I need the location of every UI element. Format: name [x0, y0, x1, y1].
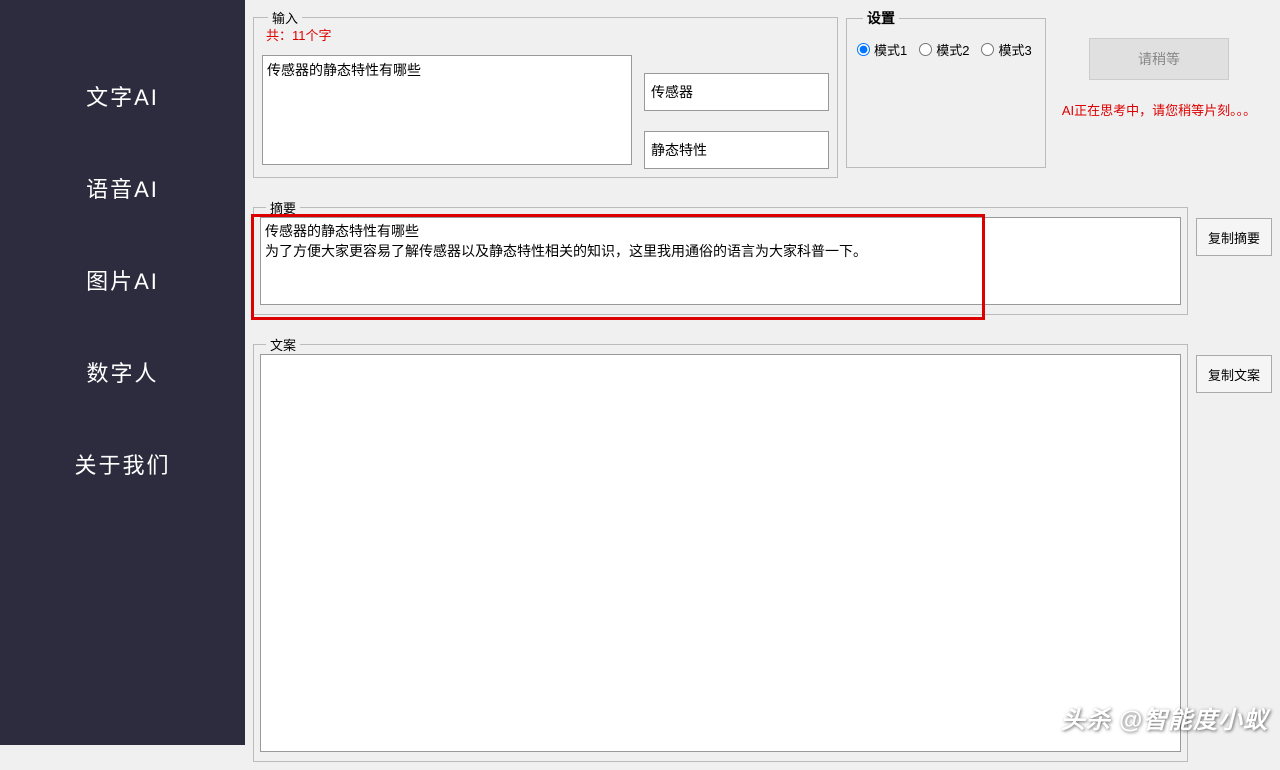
keyword1-input[interactable]: [644, 73, 829, 111]
mode3-label: 模式3: [998, 40, 1031, 59]
main-input-textarea[interactable]: [262, 55, 632, 165]
summary-legend: 摘要: [266, 198, 300, 217]
mode3-radio[interactable]: 模式3: [981, 40, 1031, 59]
char-count: 共：11个字: [266, 25, 332, 44]
article-textarea[interactable]: [260, 354, 1181, 752]
input-group: 输入 共：11个字: [253, 8, 838, 178]
wait-button[interactable]: 请稍等: [1089, 38, 1229, 80]
action-column: 请稍等 AI正在思考中，请您稍等片刻。。。: [1054, 8, 1264, 119]
keyword2-input[interactable]: [644, 131, 829, 169]
article-group: 文案: [253, 335, 1188, 762]
summary-group: 摘要: [253, 198, 1188, 315]
mode-radio-row: 模式1 模式2 模式3: [857, 40, 1035, 59]
keyword-column: [644, 55, 829, 169]
summary-textarea[interactable]: [260, 217, 1181, 305]
mode2-radio[interactable]: 模式2: [919, 40, 969, 59]
settings-group: 设置 模式1 模式2 模式3: [846, 8, 1046, 168]
copy-summary-button[interactable]: 复制摘要: [1196, 218, 1272, 256]
mode2-label: 模式2: [936, 40, 969, 59]
article-legend: 文案: [266, 335, 300, 354]
copy-article-button[interactable]: 复制文案: [1196, 355, 1272, 393]
app-root: 文字AI 语音AI 图片AI 数字人 关于我们 输入 共：11个字 设置: [0, 0, 1280, 745]
settings-legend: 设置: [863, 8, 899, 28]
sidebar-item-text-ai[interactable]: 文字AI: [0, 50, 245, 142]
mode1-label: 模式1: [874, 40, 907, 59]
sidebar-item-image-ai[interactable]: 图片AI: [0, 234, 245, 326]
summary-row: 摘要 复制摘要: [253, 198, 1272, 323]
sidebar-item-voice-ai[interactable]: 语音AI: [0, 142, 245, 234]
thinking-status: AI正在思考中，请您稍等片刻。。。: [1062, 100, 1256, 119]
sidebar-item-digital-human[interactable]: 数字人: [0, 326, 245, 418]
sidebar-item-about[interactable]: 关于我们: [0, 418, 245, 510]
input-row: 输入 共：11个字 设置 模式1 模式2 模式3: [253, 8, 1272, 186]
sidebar: 文字AI 语音AI 图片AI 数字人 关于我们: [0, 0, 245, 745]
mode1-radio[interactable]: 模式1: [857, 40, 907, 59]
watermark: 头杀 @智能度小蚁: [1061, 700, 1268, 735]
main-panel: 输入 共：11个字 设置 模式1 模式2 模式3: [245, 0, 1280, 745]
